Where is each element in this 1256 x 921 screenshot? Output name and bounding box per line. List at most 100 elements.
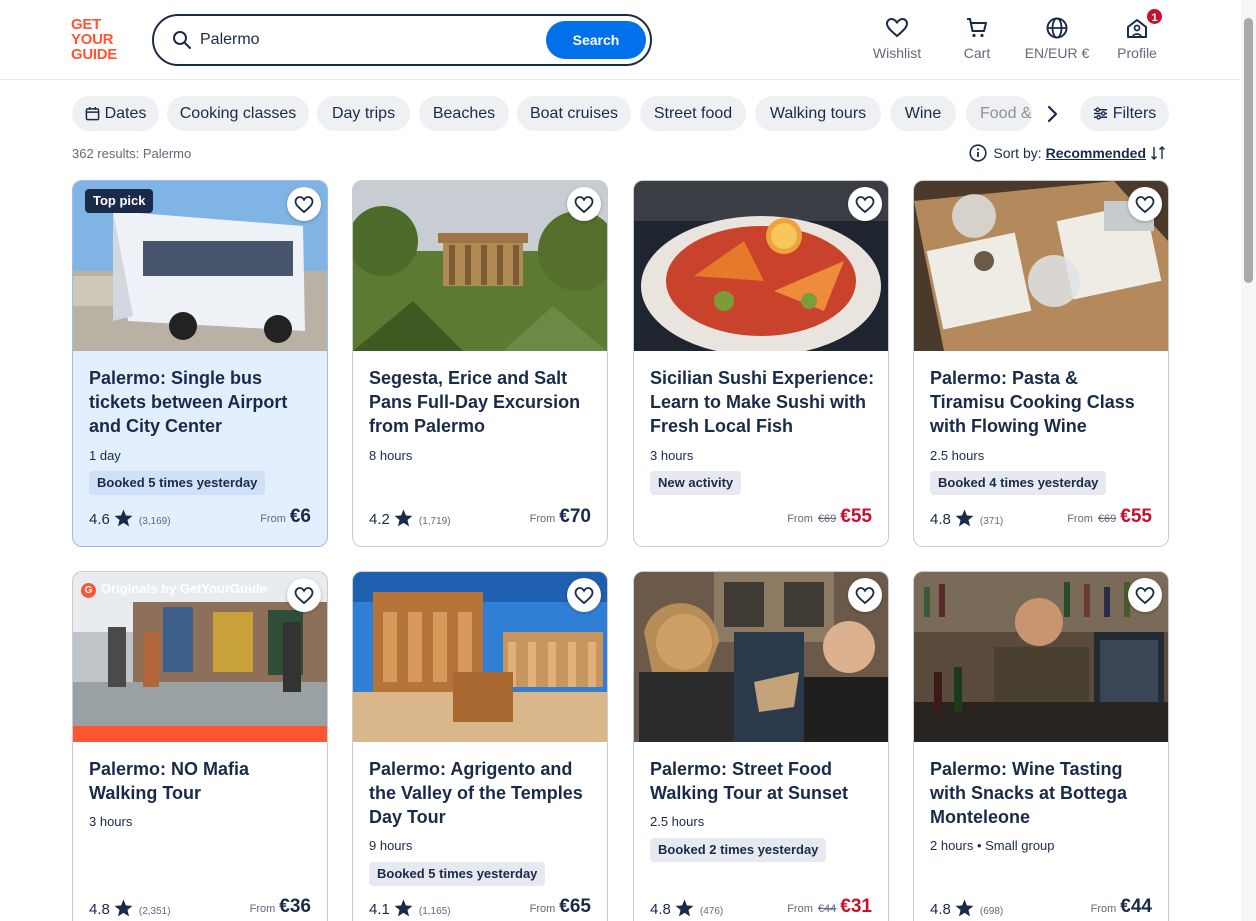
card-rating: 4.8 (476)	[650, 899, 723, 918]
nav-cart[interactable]: Cart	[932, 16, 1022, 61]
wishlist-button[interactable]	[567, 578, 601, 612]
wishlist-button[interactable]	[848, 187, 882, 221]
search-input[interactable]	[200, 28, 530, 52]
heart-icon	[1135, 587, 1155, 605]
wishlist-button[interactable]	[287, 578, 321, 612]
activity-card[interactable]: Palermo: Street Food Walking Tour at Sun…	[633, 571, 889, 921]
chip-cooking-classes[interactable]: Cooking classes	[167, 96, 309, 131]
heart-icon	[855, 196, 875, 214]
sort-label: Sort by:	[993, 145, 1042, 161]
nav-language-currency[interactable]: EN/EUR €	[1012, 16, 1102, 61]
activity-card[interactable]: Palermo: Wine Tasting with Snacks at Bot…	[913, 571, 1169, 921]
chip-street-food[interactable]: Street food	[640, 96, 746, 131]
chip-beaches[interactable]: Beaches	[419, 96, 509, 131]
star-icon	[394, 509, 413, 527]
nav-label: Profile	[1117, 45, 1157, 61]
globe-icon	[1046, 17, 1068, 39]
wishlist-button[interactable]	[287, 187, 321, 221]
activity-card[interactable]: Top pick Palermo: Single bus tickets bet…	[72, 180, 328, 547]
nav-profile[interactable]: Profile 1	[1092, 7, 1182, 61]
review-count: (1,165)	[418, 906, 451, 917]
chip-label: Street food	[653, 105, 733, 122]
logo-line: GUIDE	[71, 46, 118, 63]
results-count: 362 results: Palermo	[72, 146, 192, 161]
rating-value: 4.8	[89, 901, 110, 918]
card-title[interactable]: Palermo: NO Mafia Walking Tour	[89, 757, 315, 805]
card-duration: 9 hours	[369, 838, 413, 853]
heart-icon	[574, 587, 594, 605]
search-button[interactable]: Search	[546, 21, 646, 59]
card-rating: 4.8 (2,351)	[89, 899, 171, 918]
activity-card[interactable]: G Originals by GetYourGuide Palermo: NO M…	[72, 571, 328, 921]
sort-control[interactable]: Sort by: Recommended	[969, 144, 1166, 162]
rating-value: 4.8	[930, 511, 951, 528]
logo[interactable]: GET YOUR GUIDE	[71, 17, 131, 62]
review-count: (698)	[979, 906, 1004, 917]
activity-card[interactable]: Segesta, Erice and Salt Pans Full-Day Ex…	[352, 180, 608, 547]
scrollbar[interactable]	[1241, 0, 1256, 921]
activity-card[interactable]: Palermo: Pasta & Tiramisu Cooking Class …	[913, 180, 1169, 547]
card-title[interactable]: Palermo: Wine Tasting with Snacks at Bot…	[930, 757, 1156, 829]
card-duration: 2 hours • Small group	[930, 838, 1055, 853]
chip-food[interactable]: Food &	[966, 96, 1032, 131]
rating-value: 4.1	[369, 901, 390, 918]
card-title[interactable]: Palermo: Street Food Walking Tour at Sun…	[650, 757, 876, 805]
card-title[interactable]: Segesta, Erice and Salt Pans Full-Day Ex…	[369, 366, 595, 438]
card-price: From €69 €55	[787, 506, 872, 528]
original-price: €69	[817, 513, 837, 525]
search-bar: Search	[152, 14, 652, 66]
heart-icon	[1135, 196, 1155, 214]
star-icon	[114, 509, 133, 527]
card-title[interactable]: Sicilian Sushi Experience: Learn to Make…	[650, 366, 876, 438]
chevron-right-icon[interactable]	[1040, 102, 1064, 126]
price-from: From	[787, 903, 813, 915]
sort-value[interactable]: Recommended	[1046, 145, 1146, 161]
price-amount: €44	[1120, 896, 1152, 917]
review-count: (3,169)	[138, 516, 171, 527]
nav-wishlist[interactable]: Wishlist	[852, 16, 942, 61]
price-from: From	[529, 903, 556, 915]
scrollbar-thumb[interactable]	[1244, 18, 1253, 283]
card-duration: 2.5 hours	[650, 814, 705, 829]
activity-card[interactable]: Palermo: Agrigento and the Valley of the…	[352, 571, 608, 921]
price-amount: €55	[840, 506, 872, 527]
card-title[interactable]: Palermo: Pasta & Tiramisu Cooking Class …	[930, 366, 1156, 438]
heart-icon	[294, 196, 314, 214]
chip-label: Dates	[104, 105, 147, 122]
chip-label: Wine	[904, 105, 942, 122]
originals-badge: G Originals by GetYourGuide	[81, 581, 267, 598]
card-title[interactable]: Palermo: Single bus tickets between Airp…	[89, 366, 315, 438]
activity-card[interactable]: Sicilian Sushi Experience: Learn to Make…	[633, 180, 889, 547]
price-amount: €6	[289, 506, 311, 527]
wishlist-button[interactable]	[1128, 187, 1162, 221]
search-icon	[173, 31, 191, 49]
chip-wine[interactable]: Wine	[890, 96, 956, 131]
chip-dates[interactable]: Dates	[72, 96, 159, 131]
original-price: €44	[817, 903, 837, 915]
sliders-icon	[1093, 107, 1107, 120]
heart-icon	[855, 587, 875, 605]
card-title[interactable]: Palermo: Agrigento and the Valley of the…	[369, 757, 595, 829]
heart-icon	[574, 196, 594, 214]
price-from: From	[529, 513, 556, 525]
wishlist-button[interactable]	[848, 578, 882, 612]
card-duration: 1 day	[89, 448, 121, 463]
calendar-icon	[85, 106, 99, 121]
chip-day-trips[interactable]: Day trips	[317, 96, 410, 131]
price-amount: €55	[1120, 506, 1152, 527]
card-duration: 2.5 hours	[930, 448, 985, 463]
wishlist-button[interactable]	[1128, 578, 1162, 612]
star-icon	[675, 899, 694, 917]
header: GET YOUR GUIDE Search Wishlist Cart EN/E…	[0, 0, 1256, 80]
chip-boat-cruises[interactable]: Boat cruises	[517, 96, 631, 131]
card-rating: 4.1 (1,165)	[369, 899, 451, 918]
originals-stripe	[73, 726, 327, 742]
price-from: From	[1090, 903, 1117, 915]
chip-walking-tours[interactable]: Walking tours	[755, 96, 881, 131]
info-icon[interactable]	[969, 144, 987, 162]
star-icon	[394, 899, 413, 917]
filters-button[interactable]: Filters	[1080, 96, 1169, 131]
card-rating: 4.8 (371)	[930, 509, 1003, 528]
card-duration: 3 hours	[650, 448, 694, 463]
wishlist-button[interactable]	[567, 187, 601, 221]
